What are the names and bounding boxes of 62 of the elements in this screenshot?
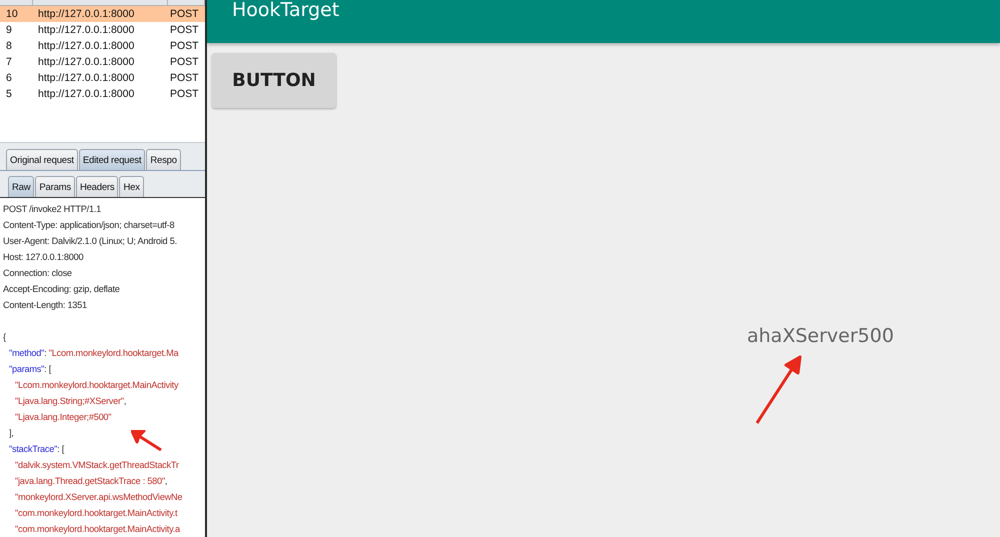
history-row[interactable]: 5 http://127.0.0.1:8000 POST: [0, 86, 205, 102]
table-cell-text: 10: [5, 8, 19, 20]
code-token: "method": [9, 348, 44, 358]
code-token: "monkeylord.XServer.api.wsMethodViewNe: [15, 492, 182, 502]
header-line: Connection: close: [2, 267, 73, 280]
history-row[interactable]: 8 http://127.0.0.1:8000 POST: [0, 38, 205, 54]
header-line: Content-Length: 1351: [2, 299, 88, 312]
table-cell-text: 7: [5, 56, 13, 68]
code-token: ,: [164, 476, 168, 486]
history-row[interactable]: 6 http://127.0.0.1:8000 POST: [0, 70, 205, 86]
table-cell-text: 8: [5, 40, 13, 52]
table-cell-text: http://127.0.0.1:8000: [37, 24, 136, 36]
app-button[interactable]: BUTTON: [212, 53, 336, 108]
table-cell-text: POST: [169, 40, 200, 52]
view-tab[interactable]: Headers: [76, 176, 118, 197]
output-text: ahaXServer500: [747, 325, 894, 347]
history-row[interactable]: 9 http://127.0.0.1:8000 POST: [0, 22, 205, 38]
annotation-arrow: [131, 430, 163, 452]
code-token: "Ljava.lang.String;#XServer": [15, 396, 124, 406]
code-token: :: [44, 348, 48, 358]
code-token: "com.monkeylord.hooktarget.MainActivity.t: [15, 508, 178, 518]
code-token: "Lcom.monkeylord.hooktarget.Ma: [48, 348, 178, 358]
header-line: Content-Type: application/json; charset=utf-8: [2, 219, 176, 232]
header-line: Accept-Encoding: gzip, deflate: [2, 283, 121, 296]
code-token: "Ljava.lang.Integer;#500": [15, 412, 112, 422]
view-tab[interactable]: Params: [35, 176, 75, 197]
code-token: : [: [57, 444, 64, 454]
table-cell-text: http://127.0.0.1:8000: [37, 8, 136, 20]
app-title: HookTarget: [231, 0, 340, 22]
table-cell-text: POST: [169, 88, 200, 100]
code-token: "Lcom.monkeylord.hooktarget.MainActivity: [15, 380, 178, 390]
table-cell-text: POST: [169, 72, 200, 84]
code-token: ],: [9, 428, 14, 438]
code-token: "java.lang.Thread.getStackTrace : 580": [15, 476, 165, 486]
table-cell-text: http://127.0.0.1:8000: [37, 72, 136, 84]
view-tab[interactable]: Hex: [119, 176, 144, 197]
code-token: "com.monkeylord.hooktarget.MainActivity.a: [15, 524, 180, 534]
table-cell-text: 9: [5, 24, 13, 36]
code-token: : [: [44, 364, 52, 374]
code-token: "params": [9, 364, 44, 374]
table-cell-text: http://127.0.0.1:8000: [37, 40, 136, 52]
table-cell-text: POST: [169, 56, 200, 68]
request-tab[interactable]: Respo: [146, 149, 181, 170]
table-cell-text: POST: [169, 8, 200, 20]
code-token: "stackTrace": [9, 444, 58, 454]
request-tab[interactable]: Edited request: [78, 149, 146, 170]
header-line: Host: 127.0.0.1:8000: [2, 251, 84, 264]
code-token: ,: [124, 396, 126, 406]
history-row[interactable]: 7 http://127.0.0.1:8000 POST: [0, 54, 205, 70]
code-token: {: [3, 332, 6, 342]
history-row[interactable]: 10 http://127.0.0.1:8000 POST: [0, 6, 205, 22]
request-tab[interactable]: Original request: [6, 149, 78, 170]
annotation-arrow: [754, 355, 804, 425]
table-cell-text: 6: [5, 72, 13, 84]
view-tab[interactable]: Raw: [8, 176, 34, 197]
header-line: User-Agent: Dalvik/2.1.0 (Linux; U; Android 5.: [2, 235, 178, 248]
table-cell-text: http://127.0.0.1:8000: [37, 88, 136, 100]
header-line: POST /invoke2 HTTP/1.1: [2, 203, 102, 216]
table-cell-text: 5: [5, 88, 13, 100]
table-cell-text: POST: [169, 24, 200, 36]
table-cell-text: http://127.0.0.1:8000: [37, 56, 136, 68]
code-token: "dalvik.system.VMStack.getThreadStackTr: [15, 460, 179, 470]
